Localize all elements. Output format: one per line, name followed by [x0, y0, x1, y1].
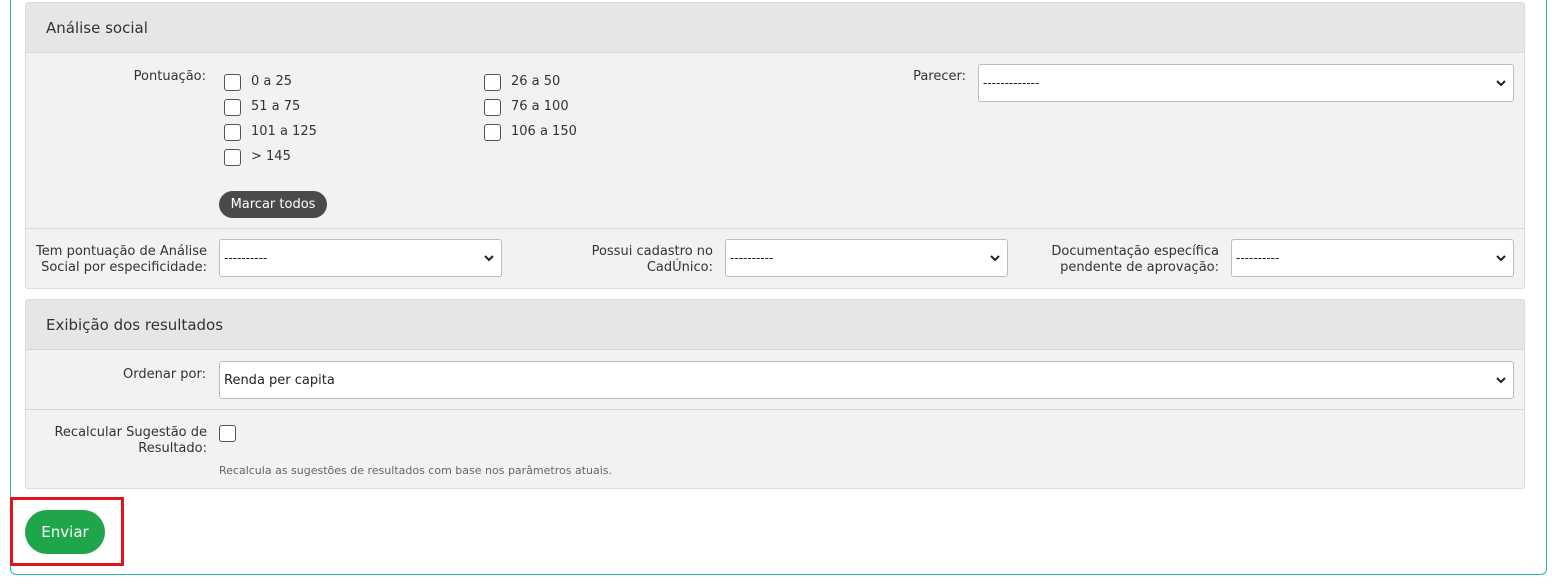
- docs-select-value: ----------: [1236, 251, 1280, 265]
- parecer-select[interactable]: -------------: [978, 64, 1514, 102]
- submit-button[interactable]: Enviar: [25, 510, 105, 554]
- social-analysis-title: Análise social: [46, 18, 148, 37]
- results-heading: Exibição dos resultados: [26, 300, 1524, 350]
- checkbox-101-125[interactable]: [224, 124, 241, 141]
- recalc-label-line2: Resultado:: [138, 441, 207, 456]
- checkbox-label-106-150: 106 a 150: [511, 124, 577, 139]
- order-label: Ordenar por:: [123, 367, 206, 382]
- specificity-label: Tem pontuação de Análise Social por espe…: [30, 244, 207, 276]
- recalc-checkbox[interactable]: [219, 425, 236, 442]
- specificity-label-line1: Tem pontuação de Análise: [36, 244, 207, 259]
- checkbox-76-100[interactable]: [484, 99, 501, 116]
- chevron-down-icon: [1496, 377, 1506, 384]
- order-select[interactable]: Renda per capita: [219, 361, 1514, 399]
- recalc-help-text: Recalcula as sugestões de resultados com…: [219, 464, 613, 477]
- checkbox-label-51-75: 51 a 75: [251, 99, 301, 114]
- checkbox-label-145-plus: > 145: [251, 149, 291, 164]
- checkbox-label-26-50: 26 a 50: [511, 74, 561, 89]
- parecer-select-value: -------------: [983, 76, 1040, 90]
- results-title: Exibição dos resultados: [46, 315, 224, 334]
- social-analysis-heading: Análise social: [26, 3, 1524, 53]
- pontuacao-label: Pontuação:: [133, 69, 206, 84]
- docs-label: Documentação específica pendente de apro…: [1040, 244, 1219, 276]
- checkbox-label-101-125: 101 a 125: [251, 124, 317, 139]
- specificity-select[interactable]: ----------: [219, 239, 502, 277]
- chevron-down-icon: [484, 255, 494, 262]
- checkbox-0-25[interactable]: [224, 74, 241, 91]
- cadunico-select[interactable]: ----------: [725, 239, 1008, 277]
- cadunico-label: Possui cadastro no CadÚnico:: [560, 244, 713, 276]
- checkbox-label-76-100: 76 a 100: [511, 99, 569, 114]
- checkbox-51-75[interactable]: [224, 99, 241, 116]
- checkbox-label-0-25: 0 a 25: [251, 74, 293, 89]
- checkbox-26-50[interactable]: [484, 74, 501, 91]
- checkbox-145-plus[interactable]: [224, 149, 241, 166]
- parecer-label: Parecer:: [913, 69, 966, 84]
- checkbox-106-150[interactable]: [484, 124, 501, 141]
- docs-select[interactable]: ----------: [1231, 239, 1514, 277]
- divider: [26, 409, 1524, 410]
- cadunico-label-line2: CadÚnico:: [646, 260, 713, 275]
- chevron-down-icon: [1496, 255, 1506, 262]
- specificity-label-line2: Social por especificidade:: [41, 260, 207, 275]
- cadunico-label-line1: Possui cadastro no: [591, 244, 713, 259]
- mark-all-button[interactable]: Marcar todos: [219, 191, 327, 218]
- docs-label-line2: pendente de aprovação:: [1060, 260, 1219, 275]
- specificity-select-value: ----------: [224, 251, 268, 265]
- order-select-value: Renda per capita: [224, 372, 335, 388]
- docs-label-line1: Documentação específica: [1051, 244, 1219, 259]
- divider: [26, 228, 1524, 229]
- recalc-label: Recalcular Sugestão de Resultado:: [40, 425, 207, 457]
- chevron-down-icon: [1496, 80, 1506, 87]
- recalc-label-line1: Recalcular Sugestão de: [54, 425, 207, 440]
- cadunico-select-value: ----------: [730, 251, 774, 265]
- chevron-down-icon: [990, 255, 1000, 262]
